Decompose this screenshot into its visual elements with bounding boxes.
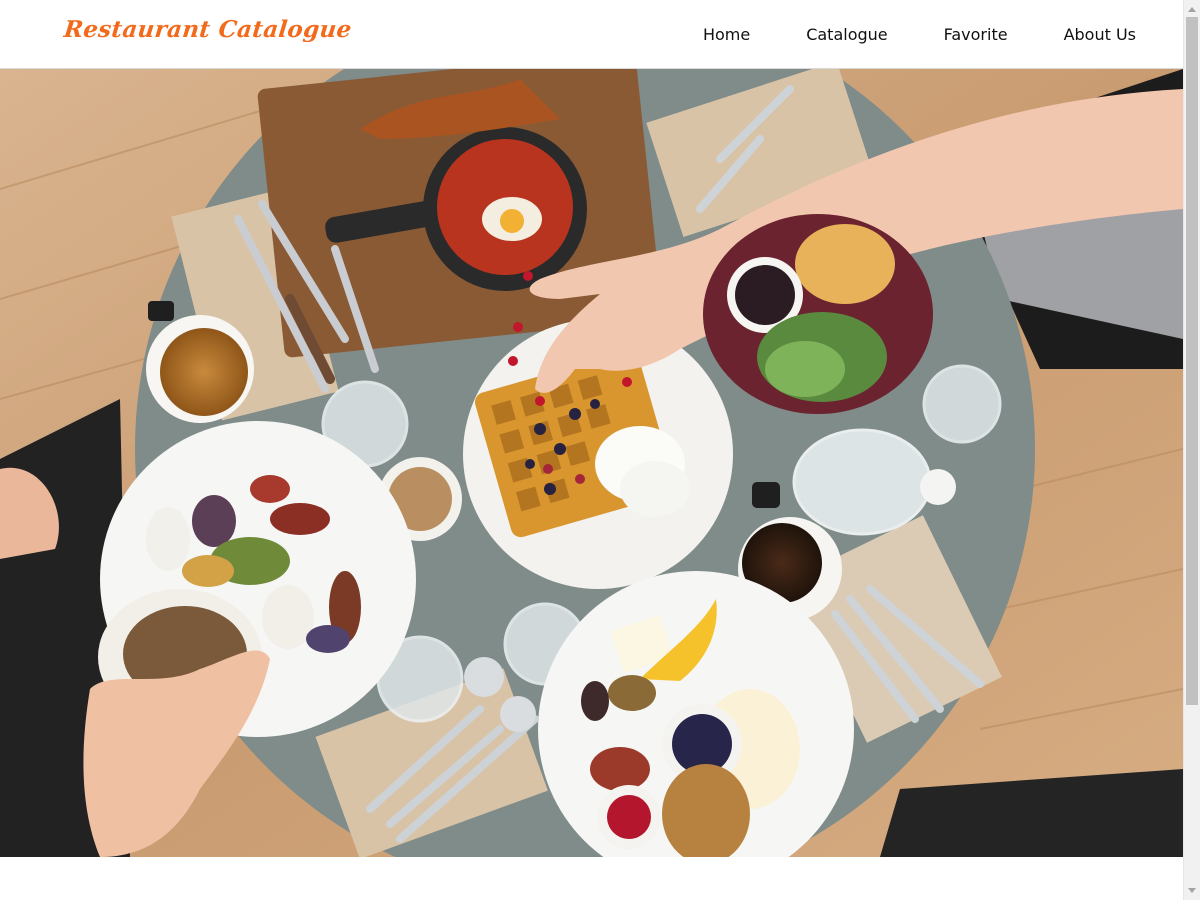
hero-illustration	[0, 69, 1183, 857]
hero-image	[0, 69, 1183, 857]
app-bar: Restaurant Catalogue Home Catalogue Favo…	[0, 0, 1183, 69]
nav-home-link[interactable]: Home	[703, 25, 750, 44]
main-nav: Home Catalogue Favorite About Us	[647, 0, 1136, 69]
nav-favorite-link[interactable]: Favorite	[944, 25, 1008, 44]
nav-catalogue-link[interactable]: Catalogue	[806, 25, 887, 44]
vertical-scrollbar[interactable]	[1183, 0, 1200, 900]
page: Restaurant Catalogue Home Catalogue Favo…	[0, 0, 1200, 900]
nav-about-us-link[interactable]: About Us	[1064, 25, 1136, 44]
scroll-down-arrow-icon[interactable]	[1188, 888, 1196, 893]
brand-logo[interactable]: Restaurant Catalogue	[63, 16, 353, 43]
scroll-up-arrow-icon[interactable]	[1188, 7, 1196, 12]
scrollbar-thumb[interactable]	[1186, 17, 1198, 705]
